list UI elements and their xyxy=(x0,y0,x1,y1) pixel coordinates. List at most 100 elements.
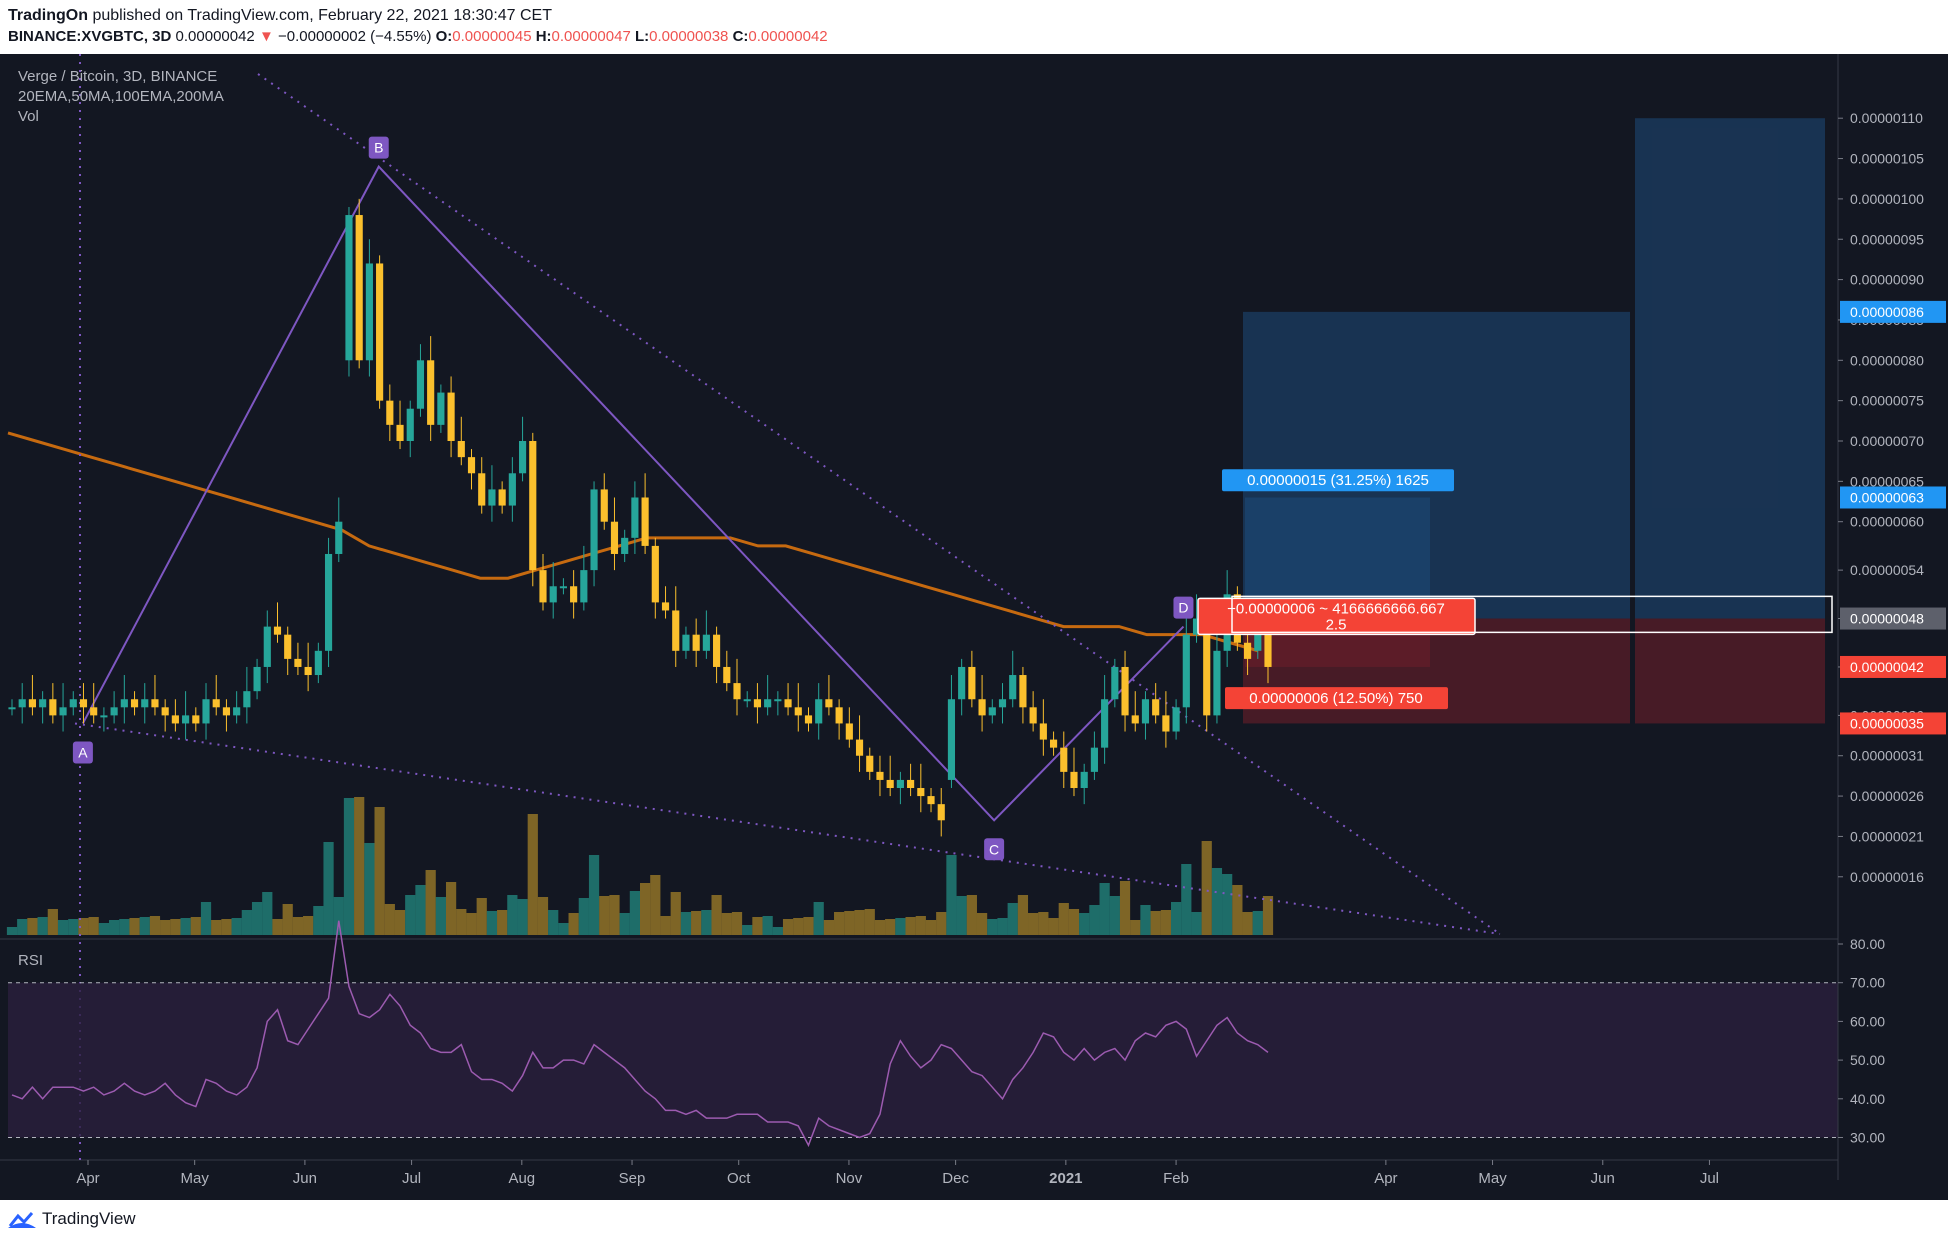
volume-bar xyxy=(588,855,600,935)
volume-bar xyxy=(701,910,712,935)
volume-bar xyxy=(445,882,457,935)
candle-body xyxy=(968,666,976,700)
candle-body xyxy=(682,634,690,651)
volume-bar xyxy=(47,909,58,935)
candle-body xyxy=(886,779,894,789)
volume-bar xyxy=(640,883,651,935)
volume-bar xyxy=(1058,903,1069,935)
volume-bar xyxy=(599,896,610,935)
legend-indicators: 20EMA,50MA,100EMA,200MA xyxy=(18,88,224,105)
close-value: 0.00000042 xyxy=(748,28,828,45)
ohlc-line: BINANCE:XVGBTC, 3D 0.00000042 ▼ −0.00000… xyxy=(8,28,828,45)
x-tick-label: Feb xyxy=(1163,1170,1189,1187)
candle-body xyxy=(386,400,394,425)
pattern-point-d-label: D xyxy=(1178,600,1188,616)
x-tick-label: 2021 xyxy=(1049,1170,1082,1187)
candle-body xyxy=(243,691,251,708)
volume-bar xyxy=(650,875,661,935)
y-tick-label: 0.00000100 xyxy=(1850,191,1924,207)
volume-bar xyxy=(691,911,702,935)
x-tick-label: May xyxy=(1478,1170,1507,1187)
high-label: H: xyxy=(535,28,552,45)
volume-bar xyxy=(711,895,722,935)
volume-bar xyxy=(782,919,794,935)
candle-body xyxy=(90,707,98,716)
candle-body xyxy=(1101,699,1109,748)
volume-bar xyxy=(476,898,487,935)
candle-body xyxy=(1152,699,1160,716)
volume-bar xyxy=(915,916,926,935)
candle-body xyxy=(49,699,57,716)
candle-body xyxy=(8,707,16,710)
volume-bar xyxy=(721,913,732,935)
volume-bar xyxy=(1191,912,1202,935)
candle-body xyxy=(855,739,864,756)
candle-body xyxy=(641,497,649,546)
volume-bar xyxy=(885,919,896,935)
volume-bar xyxy=(384,904,395,935)
candle-body xyxy=(130,699,139,708)
candle-body xyxy=(559,586,567,589)
volume-bar xyxy=(109,920,120,935)
rsi-tick-label: 50.00 xyxy=(1850,1052,1885,1068)
y-tick-label: 0.00000016 xyxy=(1850,869,1924,885)
candle-body xyxy=(764,699,772,708)
volume-bar xyxy=(558,923,569,935)
volume-bar xyxy=(241,910,252,935)
volume-bar xyxy=(486,911,498,935)
candle-body xyxy=(621,537,629,554)
candle-body xyxy=(1009,675,1017,700)
volume-bar xyxy=(854,910,865,935)
candle-body xyxy=(202,699,210,724)
x-tick-label: Jul xyxy=(402,1170,421,1187)
volume-bar xyxy=(1119,881,1131,935)
pattern-point-c-label: C xyxy=(989,841,999,857)
low-value: 0.00000038 xyxy=(649,28,729,45)
candle-body xyxy=(1244,642,1252,659)
candle-body xyxy=(478,473,486,506)
volume-bar xyxy=(1109,896,1120,935)
candle-body xyxy=(100,715,108,718)
candle-body xyxy=(416,360,425,409)
symbol-label: BINANCE:XVGBTC, 3D xyxy=(8,28,172,45)
candle-body xyxy=(508,473,516,506)
volume-bar xyxy=(394,910,406,935)
candle-body xyxy=(825,699,833,708)
footer-brand[interactable]: TradingView xyxy=(42,1209,136,1229)
x-tick-label: Aug xyxy=(508,1170,535,1187)
volume-bar xyxy=(548,910,559,935)
volume-bar xyxy=(925,920,937,935)
volume-bar xyxy=(1028,913,1039,935)
volume-bar xyxy=(211,920,222,935)
candle-body xyxy=(590,489,598,571)
candle-body xyxy=(692,634,700,651)
price-badge-label: 0.00000086 xyxy=(1850,304,1924,320)
footer: TradingView xyxy=(0,1200,1948,1241)
candle-body xyxy=(324,553,333,651)
candle-body xyxy=(488,489,496,506)
candle-body xyxy=(917,788,925,797)
volume-bar xyxy=(936,912,947,935)
candle-body xyxy=(672,610,680,651)
price-chart[interactable]: A B C D 0.00000015 (31.25%) 1625 0.00000006 (… xyxy=(0,54,1948,1200)
volume-bar xyxy=(1211,868,1223,935)
candle-body xyxy=(927,796,935,805)
volume-bar xyxy=(895,918,906,935)
candle-body xyxy=(396,424,404,441)
candle-body xyxy=(192,715,200,724)
candle-body xyxy=(457,441,465,458)
volume-bar xyxy=(670,892,681,935)
x-tick-label: Jun xyxy=(293,1170,317,1187)
candle-body xyxy=(1213,650,1221,716)
target-label: 0.00000015 (31.25%) 1625 xyxy=(1247,472,1429,489)
volume-bar xyxy=(680,912,692,935)
candle-body xyxy=(273,626,282,635)
volume-bar xyxy=(88,917,99,935)
volume-bar xyxy=(1068,909,1080,935)
author-name[interactable]: TradingOn xyxy=(8,7,88,24)
volume-bar xyxy=(160,920,171,935)
volume-bar xyxy=(139,917,150,935)
candle-body xyxy=(222,707,231,716)
volume-bar xyxy=(180,918,191,935)
volume-bar xyxy=(303,916,314,935)
